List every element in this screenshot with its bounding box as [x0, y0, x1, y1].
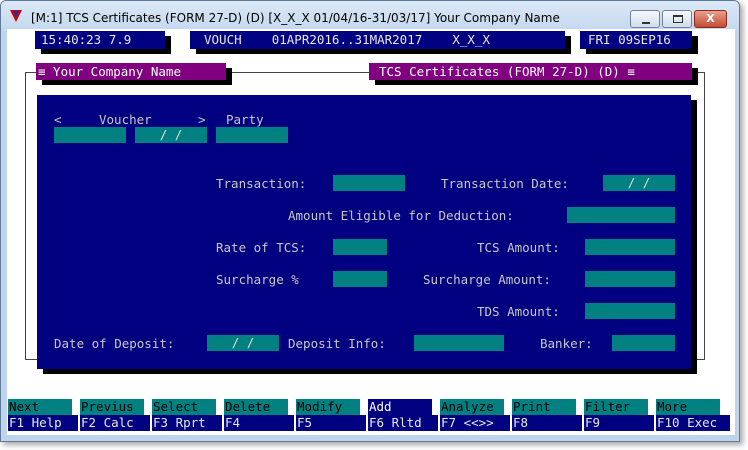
fkey-action-label: Analyze — [440, 399, 504, 415]
app-logo-icon[interactable] — [10, 10, 22, 22]
fkey-key-label: F9 — [584, 415, 654, 431]
banker-label: Banker: — [540, 336, 593, 351]
voucher-number-field[interactable] — [54, 127, 126, 143]
banker-field[interactable] — [612, 335, 675, 351]
fkey-modify[interactable]: Modify F5 — [296, 399, 366, 431]
fkey-action-label: Filter — [584, 399, 648, 415]
transaction-label: Transaction: — [216, 176, 307, 191]
surcharge-amount-field[interactable] — [585, 271, 675, 287]
fkey-next[interactable]: Next F1 Help — [8, 399, 78, 431]
fkey-action-label: More — [656, 399, 720, 415]
transaction-field[interactable] — [333, 175, 405, 191]
rate-of-tcs-field[interactable] — [333, 239, 387, 255]
minimize-button[interactable] — [630, 10, 660, 28]
tcs-amount-label: TCS Amount: — [477, 240, 560, 255]
surcharge-pct-field[interactable] — [333, 271, 387, 287]
party-header: Party — [226, 112, 264, 127]
fkey-analyze[interactable]: Analyze F7 <<>> — [440, 399, 510, 431]
application-window: [M:1] TCS Certificates (FORM 27-D) (D) [… — [0, 0, 740, 442]
voucher-header: Voucher — [99, 112, 152, 127]
tcs-amount-field[interactable] — [585, 239, 675, 255]
fkey-add[interactable]: Add F6 Rltd — [368, 399, 438, 431]
fkey-key-label: F2 Calc — [80, 415, 150, 431]
maximize-icon — [673, 15, 683, 23]
form-title-bar[interactable]: TCS Certificates (FORM 27-D) (D) ≡ — [369, 63, 692, 80]
date-of-deposit-field[interactable]: / / — [207, 335, 279, 351]
deposit-info-label: Deposit Info: — [288, 336, 386, 351]
transaction-date-label: Transaction Date: — [441, 176, 569, 191]
tds-amount-field[interactable] — [585, 303, 675, 319]
status-time-version: 15:40:23 7.9 — [35, 31, 165, 49]
party-field[interactable] — [216, 127, 288, 143]
minimize-icon — [642, 22, 650, 24]
fkey-select[interactable]: Select F3 Rprt — [152, 399, 222, 431]
terminal-client-area: 15:40:23 7.9 VOUCH 01APR2016..31MAR2017 … — [7, 29, 735, 435]
surcharge-pct-label: Surcharge % — [216, 272, 299, 287]
fkey-delete[interactable]: Delete F4 — [224, 399, 294, 431]
close-button[interactable]: X — [694, 10, 727, 28]
next-voucher-arrow[interactable]: > — [198, 112, 206, 128]
company-title-bar[interactable]: ≡ Your Company Name — [36, 63, 226, 80]
fkey-key-label: F7 <<>> — [440, 415, 510, 431]
fkey-action-label: Previus — [80, 399, 144, 415]
status-date: FRI 09SEP16 — [580, 31, 692, 49]
close-icon: X — [706, 12, 715, 25]
amount-eligible-field[interactable] — [567, 207, 675, 223]
fkey-key-label: F6 Rltd — [368, 415, 438, 431]
fkey-action-label: Print — [512, 399, 576, 415]
fkey-key-label: F10 Exec — [656, 415, 730, 431]
fkey-action-label: Next — [8, 399, 72, 415]
date-of-deposit-label: Date of Deposit: — [54, 336, 175, 351]
fkey-key-label: F5 — [296, 415, 366, 431]
fkey-action-label: Delete — [224, 399, 288, 415]
fkey-filter[interactable]: Filter F9 — [584, 399, 654, 431]
window-title: [M:1] TCS Certificates (FORM 27-D) (D) [… — [31, 11, 560, 25]
rate-of-tcs-label: Rate of TCS: — [216, 240, 307, 255]
fkey-action-label: Modify — [296, 399, 360, 415]
amount-eligible-label: Amount Eligible for Deduction: — [288, 208, 514, 223]
title-bar[interactable]: [M:1] TCS Certificates (FORM 27-D) (D) [… — [1, 1, 739, 31]
fkey-previous[interactable]: Previus F2 Calc — [80, 399, 150, 431]
status-period: VOUCH 01APR2016..31MAR2017 X_X_X — [190, 31, 565, 49]
voucher-date-field[interactable]: / / — [135, 127, 207, 143]
fkey-action-label: Select — [152, 399, 216, 415]
prev-voucher-arrow[interactable]: < — [54, 112, 62, 128]
fkey-key-label: F4 — [224, 415, 294, 431]
fkey-key-label: F8 — [512, 415, 582, 431]
fkey-action-label: Add — [368, 399, 432, 415]
transaction-date-field[interactable]: / / — [603, 175, 675, 191]
fkey-more[interactable]: More F10 Exec — [656, 399, 730, 431]
fkey-print[interactable]: Print F8 — [512, 399, 582, 431]
surcharge-amount-label: Surcharge Amount: — [423, 272, 551, 287]
fkey-key-label: F1 Help — [8, 415, 78, 431]
deposit-info-field[interactable] — [414, 335, 504, 351]
maximize-button[interactable] — [662, 10, 692, 28]
tds-amount-label: TDS Amount: — [477, 304, 560, 319]
fkey-key-label: F3 Rprt — [152, 415, 222, 431]
